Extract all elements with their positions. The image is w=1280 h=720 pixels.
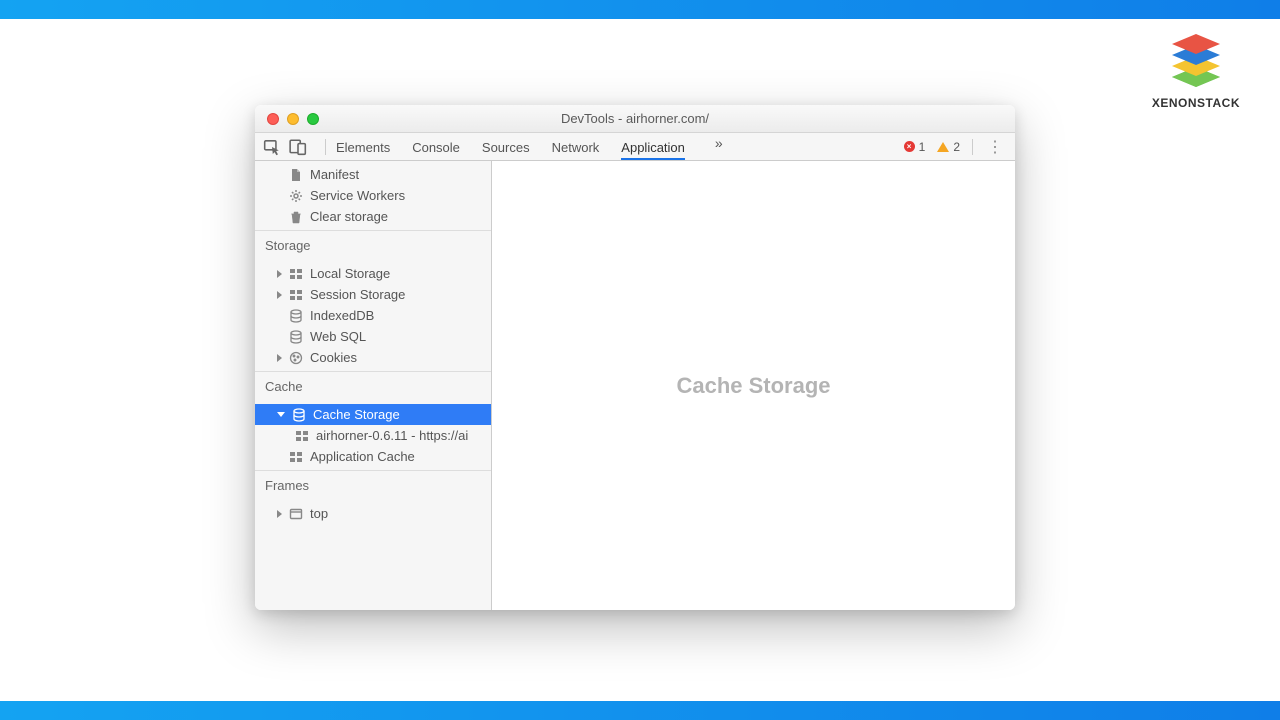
device-toolbar-icon[interactable]	[289, 138, 307, 156]
tab-application[interactable]: Application	[621, 135, 685, 160]
devtools-toolbar: Elements Console Sources Network Applica…	[255, 133, 1015, 161]
close-window-button[interactable]	[267, 113, 279, 125]
sidebar-item-label: Local Storage	[310, 266, 390, 281]
expand-icon[interactable]	[277, 354, 282, 362]
sidebar-item-websql[interactable]: Web SQL	[255, 326, 491, 347]
warning-icon[interactable]	[937, 142, 949, 152]
sidebar-item-label: Manifest	[310, 167, 359, 182]
stack-logo-icon	[1164, 30, 1228, 90]
sidebar-item-top-frame[interactable]: top	[255, 503, 491, 524]
tab-network[interactable]: Network	[552, 135, 600, 159]
error-count: 1	[919, 140, 926, 154]
spacer	[277, 171, 282, 179]
sidebar-item-label: airhorner-0.6.11 - https://ai	[316, 428, 468, 443]
trash-icon	[289, 210, 303, 224]
sidebar-section-frames: top	[255, 500, 491, 527]
collapse-icon[interactable]	[277, 412, 285, 417]
frame-icon	[289, 507, 303, 521]
tabs-overflow-button[interactable]: »	[715, 135, 723, 159]
grid-icon	[289, 288, 303, 302]
spacer	[277, 453, 282, 461]
tab-sources[interactable]: Sources	[482, 135, 530, 159]
sidebar-header-storage: Storage	[255, 230, 491, 260]
sidebar-item-label: Cookies	[310, 350, 357, 365]
toolbar-separator	[972, 139, 973, 155]
grid-icon	[295, 429, 309, 443]
brand-name: XENONSTACK	[1152, 96, 1240, 110]
sidebar-item-cache-entry[interactable]: airhorner-0.6.11 - https://ai	[255, 425, 491, 446]
database-icon	[289, 309, 303, 323]
main-placeholder-title: Cache Storage	[676, 373, 830, 399]
sidebar-item-service-workers[interactable]: Service Workers	[255, 185, 491, 206]
document-icon	[289, 168, 303, 182]
devtools-tabs: Elements Console Sources Network Applica…	[336, 135, 904, 159]
sidebar-item-label: IndexedDB	[310, 308, 374, 323]
sidebar-item-label: Service Workers	[310, 188, 405, 203]
traffic-lights	[255, 113, 319, 125]
sidebar-section-storage: Local Storage Session Storage IndexedDB …	[255, 260, 491, 371]
bottom-accent-bar	[0, 701, 1280, 720]
inspect-element-icon[interactable]	[263, 138, 281, 156]
database-icon	[289, 330, 303, 344]
sidebar-header-cache: Cache	[255, 371, 491, 401]
spacer	[277, 213, 282, 221]
minimize-window-button[interactable]	[287, 113, 299, 125]
window-title: DevTools - airhorner.com/	[255, 111, 1015, 126]
cookie-icon	[289, 351, 303, 365]
expand-icon[interactable]	[277, 510, 282, 518]
application-sidebar: Manifest Service Workers Clear storage S…	[255, 161, 492, 610]
sidebar-item-label: Cache Storage	[313, 407, 400, 422]
devtools-window: DevTools - airhorner.com/ Elements Conso…	[255, 105, 1015, 610]
warning-count: 2	[953, 140, 960, 154]
expand-icon[interactable]	[277, 270, 282, 278]
sidebar-item-cache-storage[interactable]: Cache Storage	[255, 404, 491, 425]
tab-elements[interactable]: Elements	[336, 135, 390, 159]
sidebar-item-label: Application Cache	[310, 449, 415, 464]
error-icon[interactable]: ×	[904, 141, 915, 152]
window-titlebar: DevTools - airhorner.com/	[255, 105, 1015, 133]
sidebar-item-label: Web SQL	[310, 329, 366, 344]
sidebar-item-indexeddb[interactable]: IndexedDB	[255, 305, 491, 326]
spacer	[277, 312, 282, 320]
database-icon	[292, 408, 306, 422]
main-panel: Cache Storage	[492, 161, 1015, 610]
spacer	[277, 192, 282, 200]
top-accent-bar	[0, 0, 1280, 19]
sidebar-item-cookies[interactable]: Cookies	[255, 347, 491, 368]
sidebar-section-cache: Cache Storage airhorner-0.6.11 - https:/…	[255, 401, 491, 470]
sidebar-item-local-storage[interactable]: Local Storage	[255, 263, 491, 284]
sidebar-header-frames: Frames	[255, 470, 491, 500]
sidebar-item-session-storage[interactable]: Session Storage	[255, 284, 491, 305]
sidebar-item-label: top	[310, 506, 328, 521]
expand-icon[interactable]	[277, 291, 282, 299]
sidebar-item-application-cache[interactable]: Application Cache	[255, 446, 491, 467]
sidebar-item-clear-storage[interactable]: Clear storage	[255, 206, 491, 227]
sidebar-item-label: Session Storage	[310, 287, 405, 302]
grid-icon	[289, 450, 303, 464]
spacer	[277, 333, 282, 341]
settings-menu-button[interactable]: ⋮	[983, 137, 1007, 157]
tab-console[interactable]: Console	[412, 135, 460, 159]
gear-icon	[289, 189, 303, 203]
devtools-body: Manifest Service Workers Clear storage S…	[255, 161, 1015, 610]
toolbar-status: × 1 2 ⋮	[904, 137, 1007, 157]
grid-icon	[289, 267, 303, 281]
sidebar-item-label: Clear storage	[310, 209, 388, 224]
sidebar-item-manifest[interactable]: Manifest	[255, 164, 491, 185]
maximize-window-button[interactable]	[307, 113, 319, 125]
sidebar-section-application: Manifest Service Workers Clear storage	[255, 161, 491, 230]
brand-logo: XENONSTACK	[1152, 30, 1240, 110]
toolbar-separator	[325, 139, 326, 155]
